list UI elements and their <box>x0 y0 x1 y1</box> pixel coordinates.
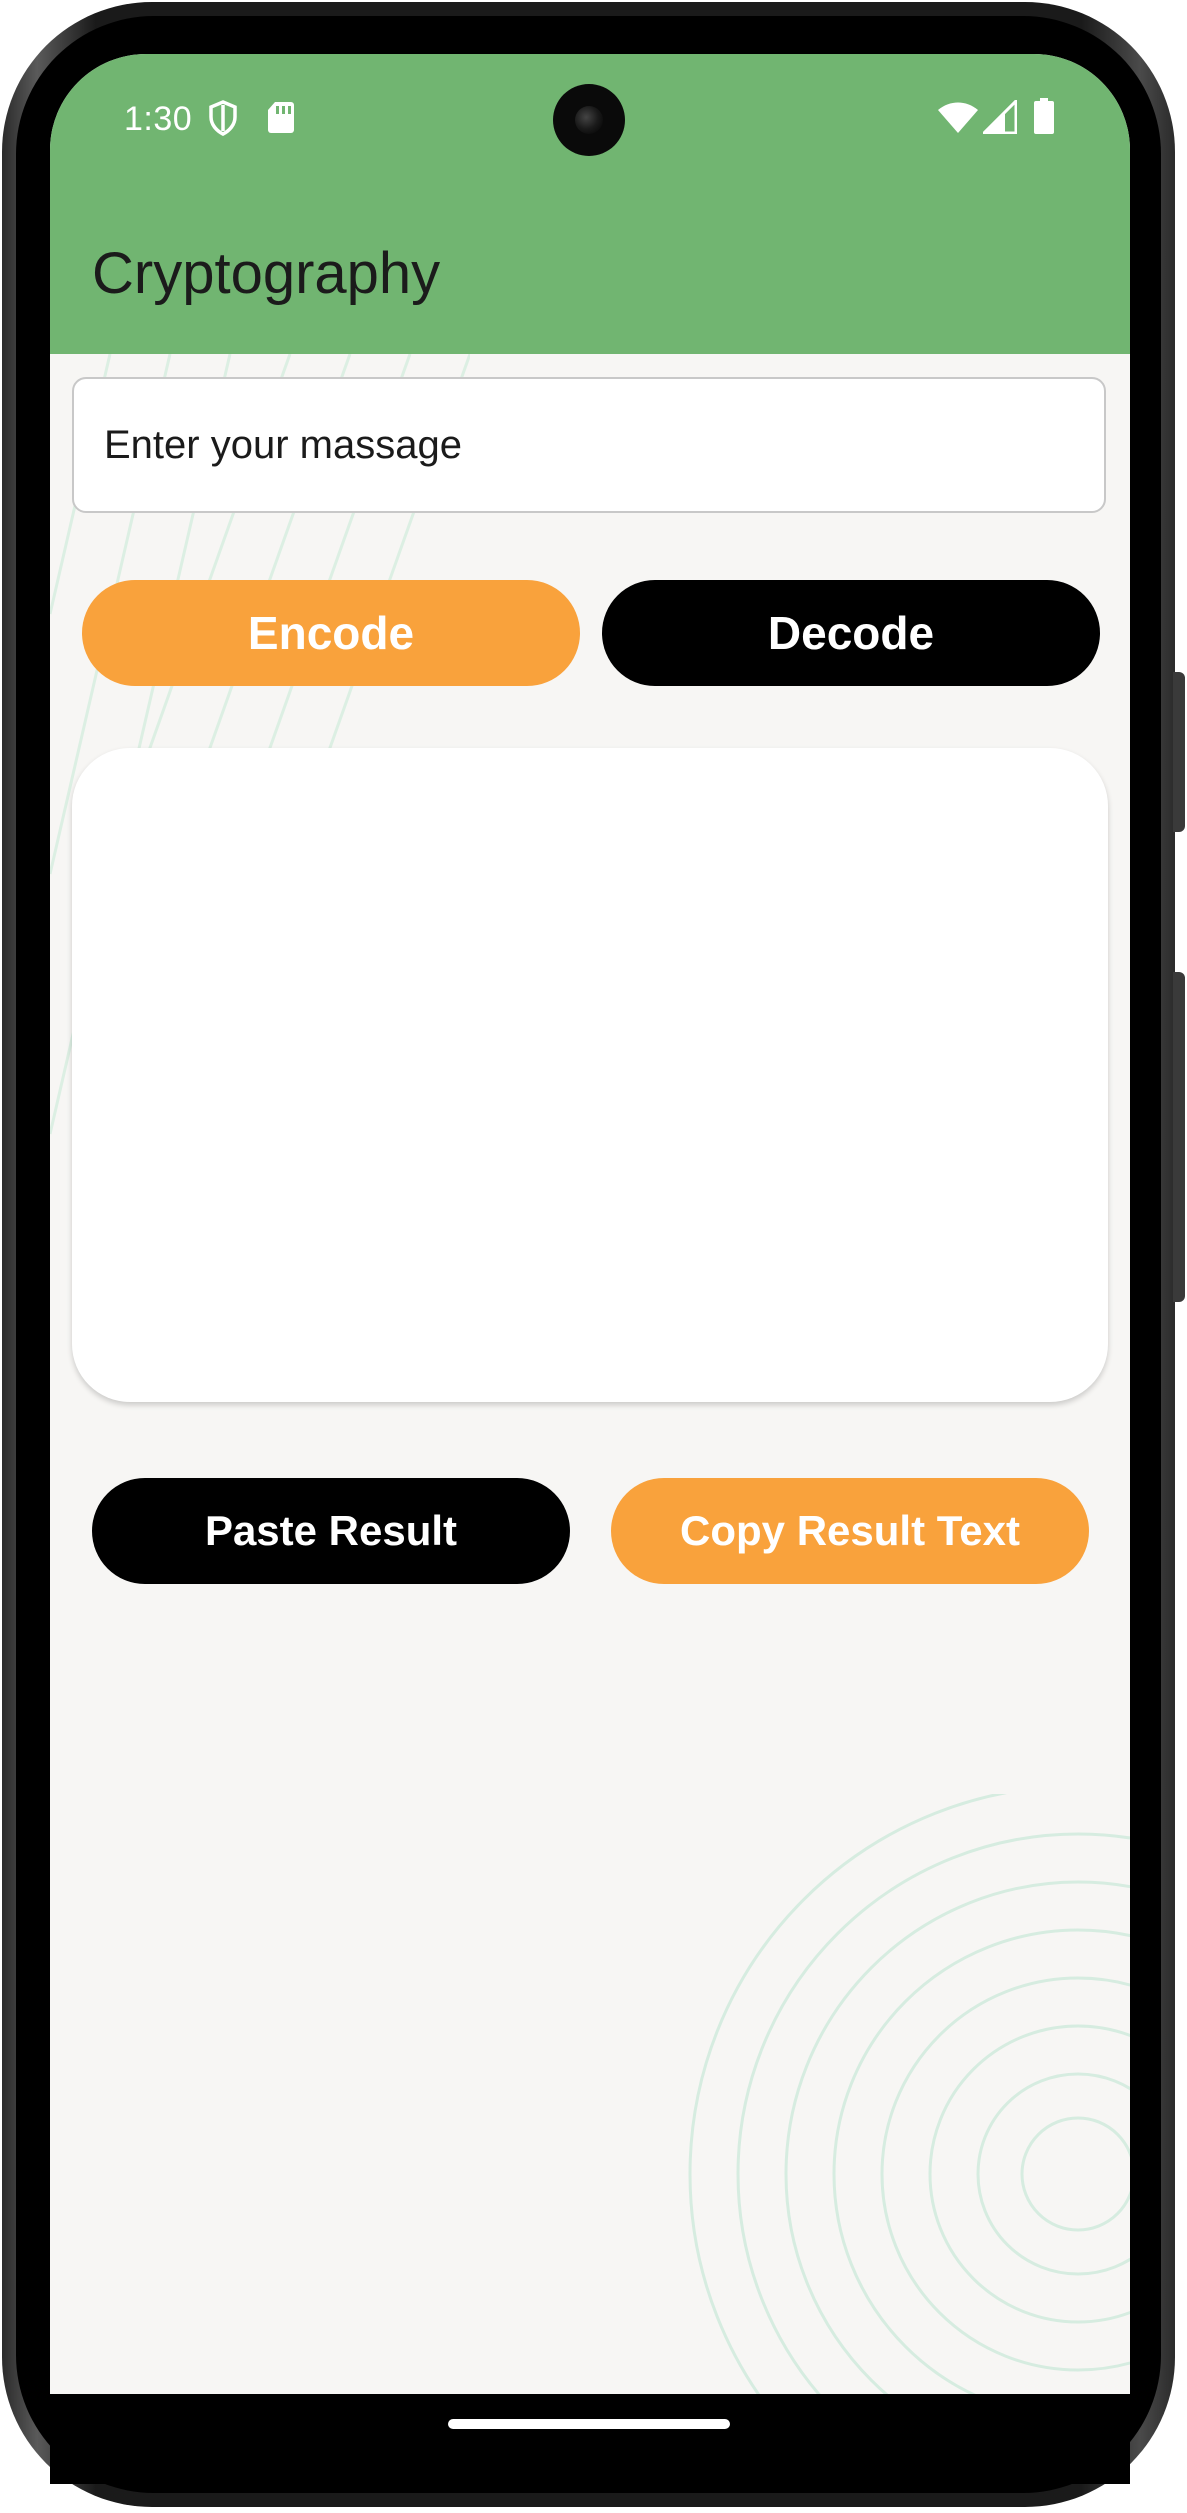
app-bar: 1:30 Cryptography <box>50 54 1130 354</box>
screen: 1:30 Cryptography Enter your massage Enc… <box>50 54 1130 2394</box>
decode-button[interactable]: Decode <box>602 580 1100 686</box>
paste-result-button[interactable]: Paste Result <box>92 1478 570 1584</box>
background-circles-decoration <box>688 1794 1130 2394</box>
signal-icon <box>983 100 1017 134</box>
sd-card-icon <box>268 102 294 133</box>
copy-result-button[interactable]: Copy Result Text <box>611 1478 1089 1584</box>
home-gesture-handle[interactable] <box>448 2419 730 2429</box>
result-text-area[interactable] <box>72 748 1108 1402</box>
message-input[interactable] <box>72 377 1106 513</box>
wifi-icon <box>938 102 978 133</box>
shield-icon <box>209 100 237 136</box>
phone-device: 1:30 Cryptography Enter your massage Enc… <box>0 0 1187 2513</box>
volume-button <box>1173 972 1185 1302</box>
navigation-bar <box>50 2394 1130 2484</box>
front-camera <box>553 84 625 156</box>
power-button <box>1173 672 1185 832</box>
app-title: Cryptography <box>92 241 441 306</box>
encode-button[interactable]: Encode <box>82 580 580 686</box>
battery-icon <box>1034 98 1054 134</box>
status-time: 1:30 <box>124 100 193 138</box>
